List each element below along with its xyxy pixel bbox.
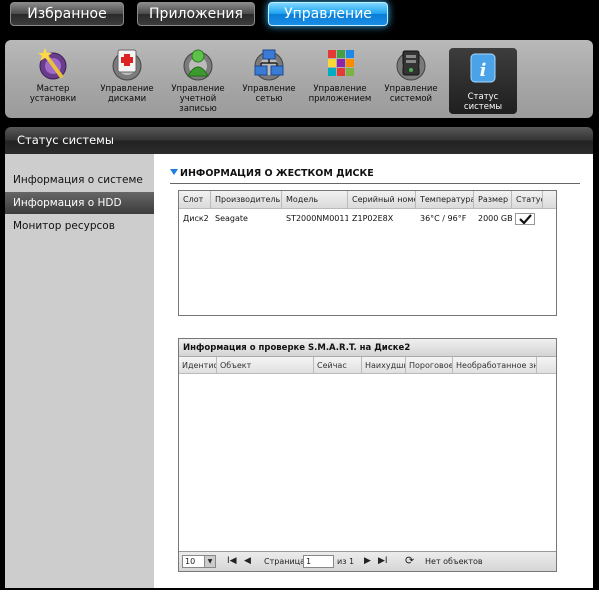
account-management-icon [180, 46, 216, 82]
column-header[interactable]: Идентиф [179, 357, 217, 373]
svg-text:i: i [480, 60, 487, 81]
toolbar-setup-wizard[interactable]: Мастер установки [19, 46, 87, 114]
page-label: Страница [264, 557, 306, 566]
toolbar-label: Мастер установки [29, 84, 77, 104]
pagination-bar: 10 ▼ I◀ ◀ Страница 1 из 1 ▶ ▶I ⟳ Нет объ… [179, 551, 556, 571]
column-header[interactable]: Сейчас [314, 357, 362, 373]
hdd-table-header: Слот Производитель Модель Серийный номер… [179, 191, 556, 209]
column-header[interactable]: Производитель [211, 191, 282, 208]
column-header[interactable]: Необработанное зна [453, 357, 537, 373]
toolbar-account-management[interactable]: Управление учетной записью [164, 46, 232, 114]
smart-table: Информация о проверке S.M.A.R.T. на Диск… [178, 338, 557, 572]
hdd-title-text: ИНФОРМАЦИЯ О ЖЕСТКОМ ДИСКЕ [180, 168, 374, 179]
page-size-value: 10 [185, 557, 196, 566]
chevron-down-icon[interactable]: ▼ [204, 556, 215, 567]
column-header[interactable]: Температура [416, 191, 474, 208]
page-number-input[interactable]: 1 [303, 555, 334, 568]
column-header[interactable]: Статус [512, 191, 543, 208]
hdd-section-title: ИНФОРМАЦИЯ О ЖЕСТКОМ ДИСКЕ [170, 166, 580, 184]
refresh-icon[interactable]: ⟳ [405, 554, 414, 567]
tab-applications[interactable]: Приложения [137, 2, 255, 26]
cell-slot: Диск2 [183, 214, 209, 223]
column-header[interactable]: Размер [474, 191, 512, 208]
cell-temperature: 36°C / 96°F [420, 214, 467, 223]
hdd-table: Слот Производитель Модель Серийный номер… [178, 190, 557, 316]
disk-management-icon [109, 46, 145, 82]
sidebar-item-system-info[interactable]: Информация о системе [5, 169, 154, 191]
toolbar-label: Статус системы [463, 92, 503, 112]
column-header[interactable]: Серийный номер [348, 191, 416, 208]
toolbar-label: Управление сетью [242, 84, 296, 104]
empty-message: Нет объектов [425, 557, 483, 566]
prev-page-icon[interactable]: ◀ [244, 555, 251, 568]
toolbar-label: Управление системой [384, 84, 438, 104]
section-header: Статус системы [5, 127, 593, 154]
column-header[interactable]: Слот [179, 191, 211, 208]
column-header[interactable]: Пороговое [406, 357, 453, 373]
toolbar-network-management[interactable]: Управление сетью [235, 46, 303, 114]
toolbar-system-status[interactable]: i Статус системы [449, 48, 517, 114]
expand-triangle-icon[interactable] [170, 169, 178, 175]
info-icon: i [465, 52, 501, 88]
toolbar-label: Управление приложением [308, 84, 372, 104]
cell-model: ST2000NM0011 [286, 214, 348, 223]
smart-table-header: Идентиф Объект Сейчас Наихудшие Порогово… [179, 357, 556, 374]
cell-serial: Z1P02E8X [352, 214, 394, 223]
main-panel: ИНФОРМАЦИЯ О ЖЕСТКОМ ДИСКЕ Слот Производ… [154, 154, 593, 588]
toolbar-disk-management[interactable]: Управление дисками [93, 46, 161, 114]
toolbar-system-management[interactable]: Управление системой [377, 46, 445, 114]
cell-status [512, 209, 543, 229]
last-page-icon[interactable]: ▶I [378, 555, 388, 568]
page-size-select[interactable]: 10 ▼ [182, 555, 216, 568]
sidebar: Информация о системе Информация о HDD Мо… [5, 154, 154, 588]
tab-favorites[interactable]: Избранное [10, 2, 124, 26]
wizard-icon [35, 46, 71, 82]
column-header[interactable]: Модель [282, 191, 348, 208]
status-ok-icon[interactable] [515, 213, 535, 225]
column-header[interactable]: Объект [217, 357, 314, 373]
toolbar-app-management[interactable]: Управление приложением [306, 46, 374, 114]
first-page-icon[interactable]: I◀ [227, 555, 237, 568]
content-area: Информация о системе Информация о HDD Мо… [5, 154, 593, 588]
toolbar-label: Управление дисками [100, 84, 154, 104]
tab-management[interactable]: Управление [268, 2, 388, 26]
page-count-label: из 1 [337, 557, 355, 566]
next-page-icon[interactable]: ▶ [364, 555, 371, 568]
column-header[interactable]: Наихудшие [362, 357, 406, 373]
toolbar-label: Управление учетной записью [171, 84, 225, 114]
app-management-icon [322, 46, 358, 82]
cell-vendor: Seagate [215, 214, 248, 223]
cell-size: 2000 GB [478, 214, 512, 223]
sidebar-item-resource-monitor[interactable]: Монитор ресурсов [5, 215, 154, 237]
top-nav: Избранное Приложения Управление [0, 0, 599, 36]
management-toolbar: Мастер установки Управление дисками Упра… [5, 40, 593, 118]
sidebar-item-hdd-info[interactable]: Информация о HDD [5, 192, 154, 214]
smart-table-title: Информация о проверке S.M.A.R.T. на Диск… [179, 339, 556, 357]
network-management-icon [251, 46, 287, 82]
system-management-icon [393, 46, 429, 82]
table-row[interactable]: Диск2 Seagate ST2000NM0011 Z1P02E8X 36°C… [179, 209, 556, 229]
